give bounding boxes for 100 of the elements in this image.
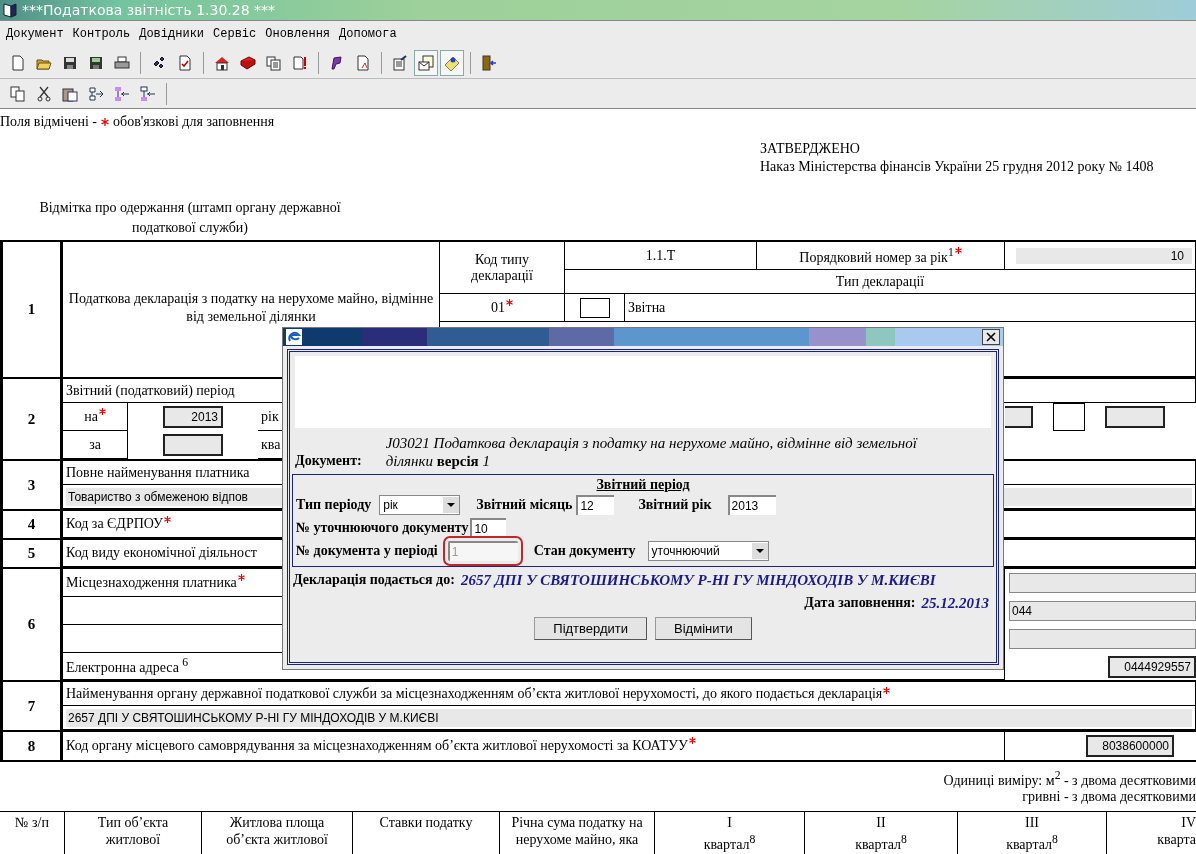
home-icon xyxy=(214,54,230,71)
save-all-icon xyxy=(88,54,104,71)
serial-label: Порядковий номер за рік$^{1}$ xyxy=(799,245,954,266)
declaration-type-option: Звітна xyxy=(628,299,666,316)
koatuu-label: Код органу місцевого самоврядування за місцезнаходженням об’єкта житлової нерухомості за КОАТУУ xyxy=(66,738,688,754)
month-field[interactable]: 12 xyxy=(576,494,615,515)
units-note: гривні - з двома десятковими xyxy=(1021,788,1196,805)
dialog-button[interactable]: Відмінити xyxy=(655,617,752,640)
dialog-button[interactable]: Підтвердити xyxy=(534,617,648,640)
type-code-label: Код типу декларації xyxy=(470,251,534,284)
submit-to-value: 2657 ДПІ У СВЯТОШИНСЬКОМУ Р-НІ ГУ МІНДОХОДІВ У М.КИЄВІ xyxy=(460,571,936,590)
document-state-select[interactable]: уточнюючий xyxy=(647,540,769,561)
approval-title: ЗАТВЕРДЖЕНО xyxy=(760,140,861,158)
menu-item[interactable]: Довідники xyxy=(139,27,205,41)
section-number: 6 xyxy=(0,569,63,680)
documents-icon xyxy=(266,54,282,71)
tree-merge-icon xyxy=(140,85,156,102)
print-icon xyxy=(114,54,130,71)
date-label: Дата заповнення: xyxy=(804,594,916,612)
period-row-label: за xyxy=(89,436,101,453)
asterisk-icon xyxy=(101,118,110,126)
cut-icon xyxy=(36,85,52,102)
document-sign-icon xyxy=(355,54,371,71)
tools-icon xyxy=(151,54,167,71)
menu-item[interactable]: Сервіс xyxy=(213,27,257,41)
declaration-title: Податкова декларація з податку на нерухоме майно, відмінне від земельної ділянки xyxy=(67,290,435,326)
declaration-type-label: Тип декларації xyxy=(835,273,925,290)
date-value: 25.12.2013 xyxy=(921,594,989,613)
document-number-label: № документа у періоді xyxy=(296,542,438,559)
address-label: Місцезнаходження платника xyxy=(66,574,237,591)
section-number: 7 xyxy=(0,682,63,730)
phone-code-field[interactable]: 044 xyxy=(1009,601,1196,621)
section-number: 5 xyxy=(0,540,63,567)
email-label: Електронна адреса $^{6}$ xyxy=(66,656,189,676)
input-field[interactable] xyxy=(1005,406,1033,428)
column-header: IV кварта xyxy=(1156,813,1196,849)
units-note: Одиниці виміру: м$^{2}$ - з двома десятковими xyxy=(942,768,1196,789)
document-name: J03021 Податкова декларація з податку на нерухоме майно, відмінне від земельної ділянки версія 1 xyxy=(385,434,919,470)
correction-label: № уточнюючого документу xyxy=(296,519,469,536)
column-header: Житлова площа об’єкта житлової xyxy=(202,811,353,854)
tree-add-icon xyxy=(114,85,130,102)
serial-field[interactable]: 10 xyxy=(1016,247,1192,264)
column-header: Тип об’єкта житлової xyxy=(65,811,202,854)
document-warning-icon xyxy=(292,54,308,71)
menu-item[interactable]: Оновлення xyxy=(265,27,331,41)
browser-icon xyxy=(286,329,302,345)
section-number: 3 xyxy=(0,461,63,509)
correction-field[interactable]: 10 xyxy=(470,517,507,538)
input-field[interactable] xyxy=(1009,629,1196,649)
close-icon xyxy=(986,332,996,342)
input-field[interactable] xyxy=(1105,406,1165,428)
period-unit: ква xyxy=(261,436,281,453)
fax-field[interactable]: 0444929557 xyxy=(1108,655,1196,678)
menu-item[interactable]: Допомога xyxy=(339,27,397,41)
section-number: 2 xyxy=(0,379,63,459)
payer-name-label: Повне найменування платника xyxy=(66,464,250,481)
approval-order: Наказ Міністерства фінансів України 25 грудня 2012 року № 1408 xyxy=(760,158,1155,176)
field-label: Код за ЄДРПОУ xyxy=(66,516,164,532)
year-field[interactable]: 2013 xyxy=(163,406,223,428)
type-code: 01 xyxy=(491,299,505,316)
column-header: Ставки податку xyxy=(353,811,500,854)
period-type-select[interactable]: рік xyxy=(379,494,461,515)
document-label: Документ: xyxy=(295,452,362,470)
exit-door-icon xyxy=(481,54,497,71)
tax-office-label: Найменування органу державної податкової служби за місцезнаходженням об’єкта житлової нерухомості, до якого подається декларація xyxy=(66,685,883,702)
copy-icon xyxy=(10,85,26,102)
window-title: ***Податкова звітність 1.30.28 *** xyxy=(22,2,276,18)
section-number: 4 xyxy=(0,511,63,538)
menu-item[interactable]: Документ xyxy=(6,27,64,41)
toolbar-button[interactable] xyxy=(440,49,464,76)
close-button[interactable] xyxy=(982,329,1000,345)
new-document-icon xyxy=(10,54,26,71)
period-label: Звітний (податковий) період xyxy=(66,382,235,399)
app-icon xyxy=(2,2,18,18)
input-field[interactable] xyxy=(1009,573,1196,593)
year-label: Звітний рік xyxy=(638,496,712,513)
submit-to-label: Декларація подається до: xyxy=(293,571,455,589)
pin-note-icon xyxy=(444,54,460,71)
period-title: Звітний період xyxy=(596,477,690,492)
form-code: 1.1.Т xyxy=(645,247,676,264)
column-header: № з/п xyxy=(0,811,65,854)
field-label: Код виду економічної діяльност xyxy=(66,545,257,561)
year-field[interactable] xyxy=(163,434,223,456)
tree-arrow-icon xyxy=(88,85,104,102)
section-number: 1 xyxy=(0,242,63,377)
period-row-label: на xyxy=(84,408,98,425)
notice-text: обов'язкові для заповнення xyxy=(113,114,275,130)
checklist-icon xyxy=(177,54,193,71)
notice-text: Поля відмічені - xyxy=(0,114,98,130)
menu-item[interactable]: Контроль xyxy=(72,27,131,41)
month-label: Звітний місяць xyxy=(476,496,573,513)
koatuu-field[interactable]: 8038600000 xyxy=(1086,735,1174,757)
envelope-icon xyxy=(418,54,434,71)
tax-office-field[interactable]: 2657 ДПІ У СВЯТОШИНСЬКОМУ Р-НІ ГУ МІНДОХОДІВ У М.КИЄВІ xyxy=(66,708,1192,727)
checkbox[interactable] xyxy=(579,297,610,318)
column-header: Річна сума податку на нерухоме майно, яка xyxy=(500,811,655,854)
stamp-note: Відмітка про одержання (штамп органу державної податкової служби) xyxy=(38,199,342,237)
column-header: I квартал$^{8}$ xyxy=(655,811,805,854)
save-icon xyxy=(62,54,78,71)
year-field[interactable]: 2013 xyxy=(727,494,776,515)
